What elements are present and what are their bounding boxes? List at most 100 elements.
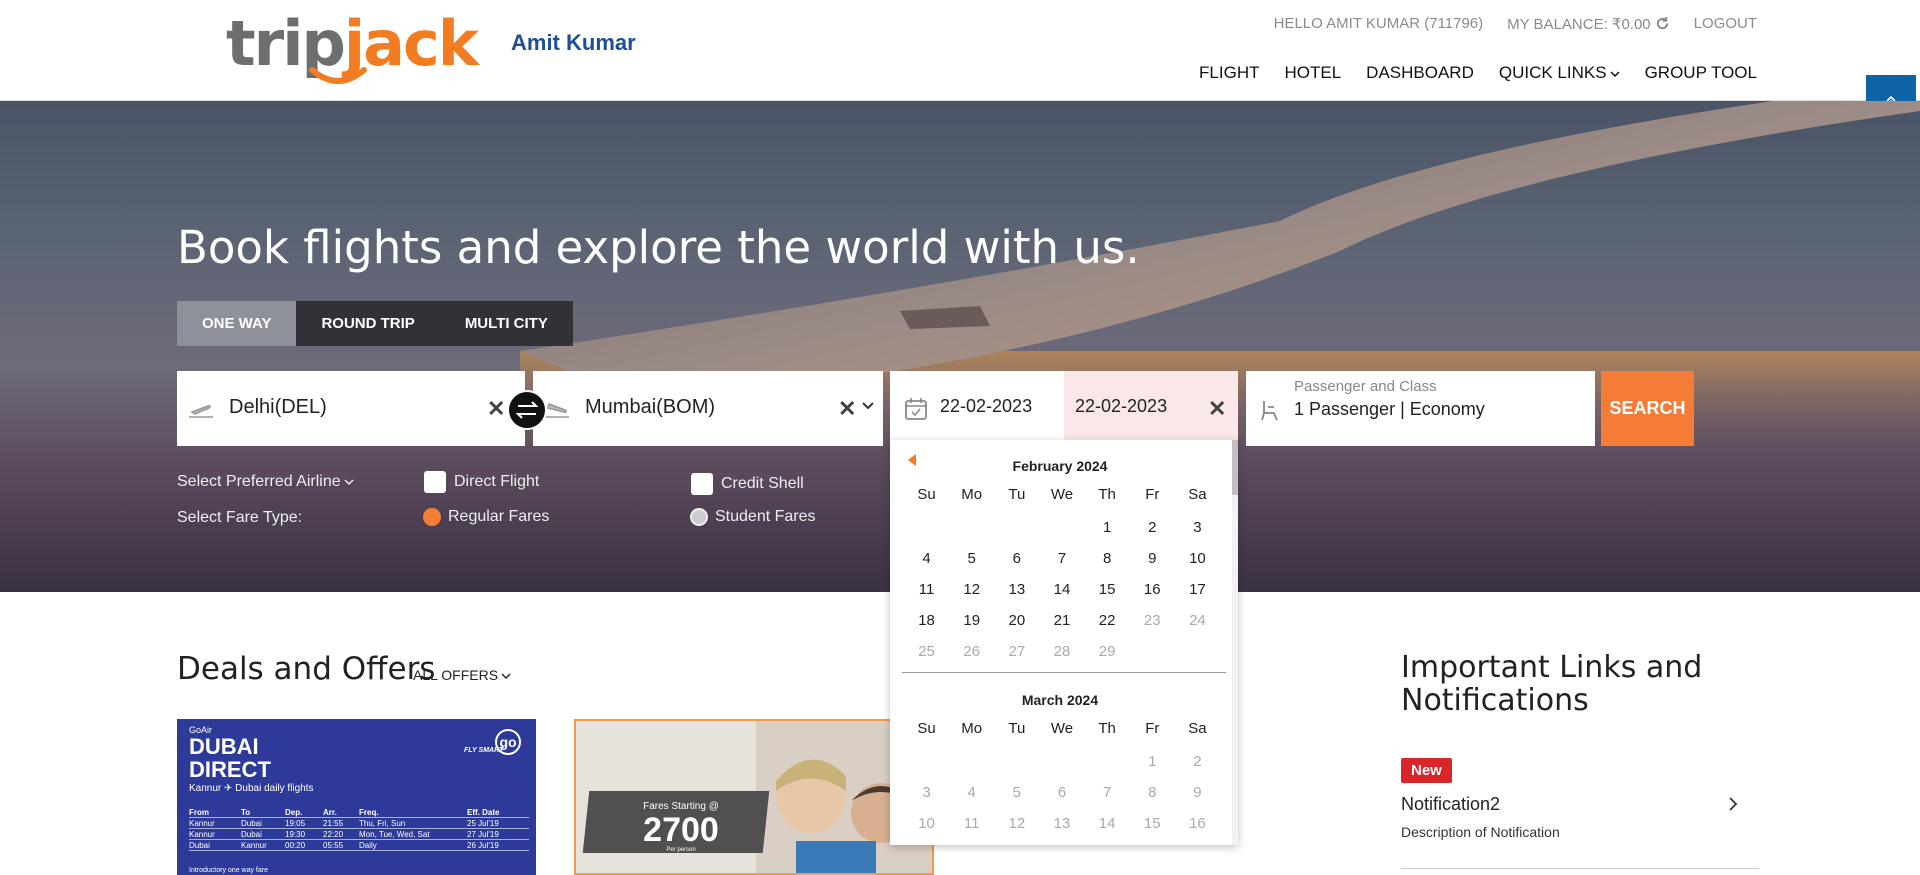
dates-field[interactable]: 22-02-2023 22-02-2023 ✕ (890, 371, 1238, 446)
swap-cities-button[interactable] (507, 390, 547, 430)
deal-headline-2: DIRECT (189, 757, 271, 782)
day-cell[interactable]: 1 (1085, 512, 1130, 543)
weekday-header: Su Mo Tu We Th Fr Sa (904, 713, 1220, 744)
passenger-class-field[interactable]: Passenger and Class 1 Passenger | Econom… (1246, 371, 1595, 446)
day-cell[interactable]: 17 (1175, 574, 1220, 605)
deal-table-row: Kannur Dubai 19:30 22:20 Mon, Tue, Wed, Sat 2… (189, 829, 529, 840)
day-cell: 12 (1008, 815, 1026, 832)
calendar-scrollbar[interactable] (1232, 440, 1238, 845)
calendar-scrollbar-thumb[interactable] (1232, 440, 1238, 495)
credit-shell-option[interactable]: Credit Shell (691, 473, 804, 495)
day-cell: 10 (918, 815, 935, 832)
day-cell[interactable]: 9 (1130, 543, 1175, 574)
day-cell[interactable]: 16 (1130, 574, 1175, 605)
day-cell: 15 (1143, 815, 1161, 832)
deal-card-fares-2700[interactable]: Fares Starting @ 2700 Per person (574, 719, 934, 875)
day-cell[interactable]: 14 (1039, 574, 1084, 605)
pax-label: Passenger and Class (1294, 378, 1437, 395)
weekday-label: Su (917, 486, 936, 503)
goair-logo: go (495, 729, 521, 755)
deal-footer: Introductory one way fare (189, 867, 268, 874)
return-date-value[interactable]: 22-02-2023 (1075, 396, 1167, 417)
per-person-label: Per person (666, 847, 696, 853)
balance[interactable]: MY BALANCE: ₹0.00 (1507, 15, 1670, 33)
to-field[interactable]: Mumbai(BOM) ✕ (533, 371, 883, 446)
weekday-label: Mo (961, 720, 983, 737)
deals-title: Deals and Offers (177, 651, 436, 687)
day-cell[interactable]: 5 (949, 543, 994, 574)
nav-quick-links[interactable]: QUICK LINKS (1499, 63, 1620, 83)
day-cell[interactable]: 2 (1130, 512, 1175, 543)
deal-table-cell: 21:55 (323, 819, 344, 828)
empty-day-cell (1085, 746, 1130, 777)
day-cell[interactable]: 6 (994, 543, 1039, 574)
tab-round-trip[interactable]: ROUND TRIP (296, 301, 439, 346)
chevron-down-icon (344, 479, 354, 486)
direct-flight-checkbox[interactable] (424, 471, 446, 493)
empty-day-cell (904, 746, 949, 777)
deal-table-cell: Kannur (189, 830, 215, 839)
day-cell[interactable]: 19 (949, 605, 994, 636)
chevron-right-icon[interactable] (1727, 796, 1739, 812)
day-cell: 14 (1098, 815, 1116, 832)
day-cell[interactable]: 11 (904, 574, 949, 605)
day-cell[interactable]: 18 (904, 605, 949, 636)
weekday-label: Su (917, 720, 936, 737)
tab-one-way[interactable]: ONE WAY (177, 301, 297, 346)
day-cell[interactable]: 3 (1175, 512, 1220, 543)
day-cell[interactable]: 4 (904, 543, 949, 574)
nav-group-tool[interactable]: GROUP TOOL (1645, 63, 1757, 83)
top-links: HELLO AMIT KUMAR (711796) MY BALANCE: ₹0… (1274, 15, 1757, 33)
day-cell[interactable]: 10 (1175, 543, 1220, 574)
weekday-label: We (1050, 486, 1074, 503)
tripjack-logo[interactable]: tripjack (226, 8, 479, 94)
chevron-down-icon[interactable] (861, 401, 875, 411)
clear-to-icon[interactable]: ✕ (838, 396, 856, 422)
from-field[interactable]: Delhi(DEL) ✕ (177, 371, 525, 446)
regular-fares-radio[interactable] (423, 508, 441, 526)
preferred-airline-dropdown[interactable]: Select Preferred Airline (177, 473, 354, 491)
deal-card-goair-dubai[interactable]: GoAir DUBAI DIRECT Kannur ✈ Dubai daily … (177, 719, 536, 875)
all-offers-link[interactable]: ALL OFFERS (413, 667, 511, 683)
depart-date-value[interactable]: 22-02-2023 (940, 396, 1032, 417)
student-fares-radio[interactable] (690, 508, 708, 526)
preferred-airline-label: Select Preferred Airline (177, 473, 341, 490)
refresh-icon[interactable] (1655, 16, 1670, 31)
weekday-label: Fr (1145, 720, 1160, 737)
notification-title[interactable]: Notification2 (1401, 794, 1500, 815)
balance-text: MY BALANCE: ₹0.00 (1507, 16, 1651, 33)
clear-date-icon[interactable]: ✕ (1208, 396, 1226, 422)
nav-flight[interactable]: FLIGHT (1199, 63, 1259, 83)
nav-hotel[interactable]: HOTEL (1284, 63, 1341, 83)
day-cell[interactable]: 13 (994, 574, 1039, 605)
deal-table-cell: 22:20 (323, 830, 344, 839)
regular-fares-option[interactable]: Regular Fares (423, 508, 549, 526)
direct-flight-option[interactable]: Direct Flight (424, 471, 539, 493)
day-cell[interactable]: 15 (1085, 574, 1130, 605)
weekday-header: Su Mo Tu We Th Fr Sa (904, 479, 1220, 510)
student-fares-option[interactable]: Student Fares (690, 508, 816, 526)
empty-day-cell (1039, 512, 1084, 543)
day-cell[interactable]: 12 (949, 574, 994, 605)
date-picker: February 2024 Su Mo Tu We Th Fr Sa 1 2 3 4 5 6 7 8 9 10… (890, 440, 1238, 845)
deal-table-cell: 19:30 (285, 830, 306, 839)
credit-shell-checkbox[interactable] (691, 473, 713, 495)
deal-table-cell: Freq. (359, 808, 379, 817)
day-cell[interactable]: 21 (1039, 605, 1084, 636)
logo-smile-icon (309, 67, 367, 84)
weekday-label: Tu (1008, 486, 1026, 503)
day-cell: 1 (1148, 753, 1157, 770)
day-cell[interactable]: 8 (1085, 543, 1130, 574)
search-button[interactable]: SEARCH (1601, 371, 1694, 446)
day-cell[interactable]: 20 (994, 605, 1039, 636)
day-cell[interactable]: 7 (1039, 543, 1084, 574)
weekday-label: Th (1098, 486, 1116, 503)
day-cell: 5 (1012, 784, 1022, 801)
day-cell[interactable]: 22 (1085, 605, 1130, 636)
nav-dashboard[interactable]: DASHBOARD (1366, 63, 1474, 83)
clear-from-icon[interactable]: ✕ (487, 396, 505, 422)
deal-table-cell: 26 Jul'19 (467, 841, 499, 850)
logout-link[interactable]: LOGOUT (1694, 15, 1757, 33)
tab-multi-city[interactable]: MULTI CITY (440, 301, 573, 346)
seat-icon (1261, 401, 1278, 421)
